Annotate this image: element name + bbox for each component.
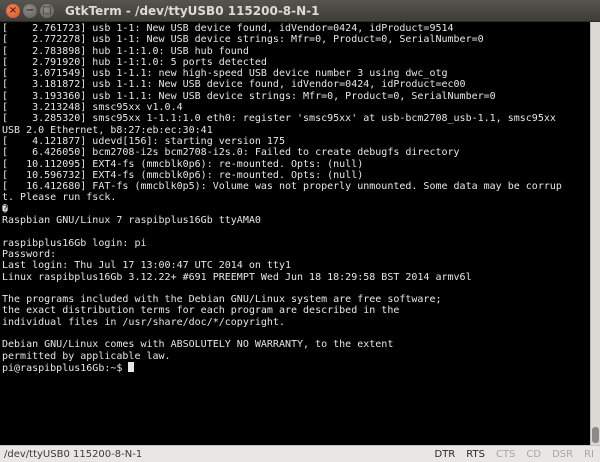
terminal-line: [ 10.596732] EXT4-fs (mmcblk0p6): re-mou…	[2, 169, 364, 181]
terminal-output[interactable]: [ 2.761723] usb 1-1: New USB device foun…	[0, 22, 590, 445]
terminal-line: the exact distribution terms for each pr…	[2, 305, 400, 317]
terminal-line: [ 6.426050] bcm2708-i2s bcm2708-i2s.0: F…	[2, 147, 460, 159]
terminal-line: [ 4.121877] udevd[156]: starting version…	[2, 135, 285, 147]
maximize-icon: □	[42, 4, 52, 16]
terminal-line: [ 3.071549] usb 1-1.1: new high-speed US…	[2, 68, 448, 80]
terminal-line: permitted by applicable law.	[2, 350, 171, 362]
signal-dsr: DSR	[552, 448, 574, 460]
terminal-line: Raspbian GNU/Linux 7 raspibplus16Gb ttyA…	[2, 215, 261, 227]
terminal-line: Password:	[2, 248, 57, 260]
terminal-line: individual files in /usr/share/doc/*/cop…	[2, 316, 285, 328]
signal-cd: CD	[526, 448, 542, 460]
minimize-button[interactable]: −	[23, 3, 37, 18]
terminal-line: Linux raspibplus16Gb 3.12.22+ #691 PREEM…	[2, 271, 472, 283]
signal-cts: CTS	[495, 448, 516, 460]
signal-dtr: DTR	[434, 448, 456, 460]
terminal-line: [ 3.213248] smsc95xx v1.0.4	[2, 102, 183, 114]
maximize-button[interactable]: □	[40, 3, 54, 18]
terminal-line: [ 2.761723] usb 1-1: New USB device foun…	[2, 23, 454, 34]
port-settings-label: /dev/ttyUSB0 115200-8-N-1	[4, 448, 143, 460]
terminal-line: raspibplus16Gb login: pi	[2, 237, 147, 249]
terminal-line: [ 2.772278] usb 1-1: New USB device stri…	[2, 34, 484, 46]
terminal-line: [ 10.112095] EXT4-fs (mmcblk0p6): re-mou…	[2, 158, 364, 170]
close-button[interactable]: ×	[6, 3, 20, 18]
shell-prompt: pi@raspibplus16Gb:~$	[2, 362, 129, 374]
terminal-scrollbar[interactable]	[590, 22, 600, 445]
scrollbar-thumb[interactable]	[592, 427, 599, 443]
signal-ri: RI	[584, 448, 594, 460]
text-cursor	[128, 361, 135, 372]
terminal-line: [ 3.181872] usb 1-1.1: New USB device fo…	[2, 79, 466, 91]
terminal-line: [ 16.412680] FAT-fs (mmcblk0p5): Volume …	[2, 181, 562, 193]
terminal-line: The programs included with the Debian GN…	[2, 294, 442, 306]
terminal-line: t. Please run fsck.	[2, 192, 117, 204]
terminal-line: Last login: Thu Jul 17 13:00:47 UTC 2014…	[2, 260, 291, 272]
title-bar[interactable]: × − □ GtkTerm - /dev/ttyUSB0 115200-8-N-…	[0, 0, 600, 22]
status-bar: /dev/ttyUSB0 115200-8-N-1 DTR RTS CTS CD DSR…	[0, 445, 600, 462]
signal-indicators: DTR RTS CTS CD DSR RI	[424, 449, 595, 460]
minimize-icon: −	[25, 4, 35, 16]
terminal-line: USB 2.0 Ethernet, b8:27:eb:ec:30:41	[2, 124, 213, 136]
terminal-line: [ 2.791920] hub 1-1:1.0: 5 ports detecte…	[2, 56, 267, 68]
signal-rts: RTS	[466, 448, 485, 460]
terminal-line: [ 3.193360] usb 1-1.1: New USB device st…	[2, 90, 496, 102]
prompt-line: pi@raspibplus16Gb:~$	[2, 361, 590, 374]
window-controls: × − □	[6, 3, 57, 18]
terminal-line: �	[2, 203, 9, 215]
terminal-line: [ 2.783898] hub 1-1:1.0: USB hub found	[2, 45, 249, 57]
window-title: GtkTerm - /dev/ttyUSB0 115200-8-N-1	[65, 3, 320, 18]
terminal-line: Debian GNU/Linux comes with ABSOLUTELY N…	[2, 339, 394, 351]
terminal-line: [ 3.285320] smsc95xx 1-1.1:1.0 eth0: reg…	[2, 113, 556, 125]
close-icon: ×	[8, 4, 18, 16]
